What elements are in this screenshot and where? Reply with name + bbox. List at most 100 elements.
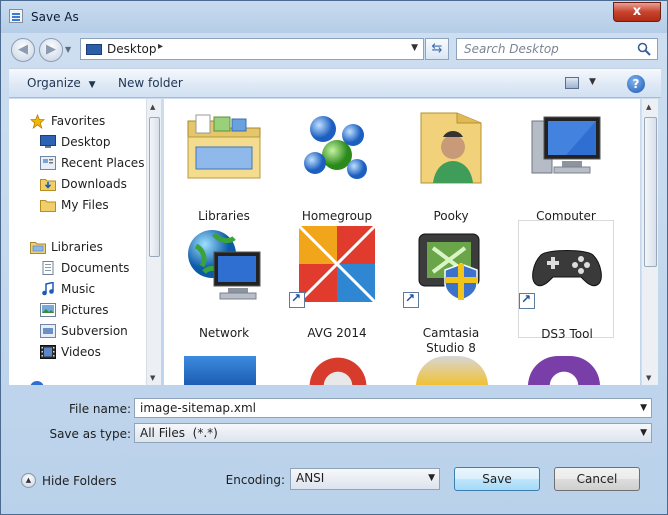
file-tile-homegroup[interactable]: Homegroup — [289, 103, 385, 223]
gamepad-icon — [527, 225, 607, 305]
search-icon[interactable] — [637, 42, 651, 56]
star-icon — [29, 113, 46, 130]
partial-tile-app-icon[interactable] — [416, 356, 488, 385]
file-tile-label: Camtasia Studio 8 — [422, 326, 480, 355]
pictures-icon — [40, 303, 56, 317]
address-bar[interactable]: Desktop ▸ ▼ — [80, 38, 424, 60]
search-input[interactable]: Search Desktop — [456, 38, 658, 60]
nav-item-label: Documents — [61, 261, 130, 275]
partial-tile-shield-icon[interactable] — [184, 356, 256, 385]
navigation-scrollbar[interactable]: ▲ ▼ — [146, 99, 161, 385]
nav-item-my-files[interactable]: My Files — [9, 195, 147, 215]
search-placeholder: Search Desktop — [464, 42, 559, 56]
close-button[interactable]: x — [613, 2, 661, 22]
file-tile-ds3-tool[interactable]: DS3 Tool — [518, 220, 614, 341]
change-view-icon[interactable] — [565, 77, 579, 89]
nav-item-label: Downloads — [61, 177, 127, 191]
organize-label: Organize — [27, 76, 81, 90]
refresh-icon: ⇆ — [431, 41, 443, 56]
nav-item-videos[interactable]: Videos — [9, 342, 147, 362]
nav-item-label: Music — [61, 282, 96, 296]
scroll-up-icon[interactable]: ▲ — [150, 103, 155, 111]
nav-item-recent-places[interactable]: Recent Places — [9, 153, 147, 173]
nav-item-music[interactable]: Music — [9, 279, 147, 299]
refresh-button[interactable]: ⇆ — [425, 38, 449, 60]
file-tile-label: Network — [198, 326, 250, 340]
chevron-right-icon[interactable]: ▸ — [158, 41, 163, 52]
nav-item-favorites[interactable]: Favorites — [9, 111, 147, 131]
chevron-down-icon[interactable]: ▼ — [640, 428, 647, 438]
nav-item-pictures[interactable]: Pictures — [9, 300, 147, 320]
partial-tile-app-icon[interactable] — [528, 356, 600, 385]
recent-locations-dropdown-icon[interactable]: ▼ — [65, 45, 71, 54]
partial-tile-chrome-icon[interactable] — [302, 356, 374, 385]
save-type-value[interactable]: All Files (*.*) — [140, 426, 218, 440]
nav-item-label: Libraries — [51, 240, 103, 254]
save-as-dialog: Save As x ◀ ▶ ▼ Desktop ▸ ▼ ⇆ Search Des… — [0, 0, 668, 515]
subversion-icon — [40, 324, 56, 338]
save-type-label: Save as type: — [49, 427, 131, 441]
avg-icon — [297, 224, 377, 304]
file-list: LibrariesHomegroupPookyComputer Network AV… — [164, 99, 640, 385]
scroll-up-icon[interactable]: ▲ — [646, 103, 651, 111]
file-name-input[interactable]: image-sitemap.xml ▼ — [134, 398, 652, 418]
notepad-icon — [9, 9, 23, 23]
navigation-pane: Favorites Desktop Recent Places Downloads My… — [9, 99, 161, 385]
help-icon[interactable]: ? — [627, 75, 645, 93]
encoding-label: Encoding: — [225, 473, 285, 487]
homegroup-icon — [297, 107, 377, 187]
chevron-up-icon: ▲ — [21, 473, 36, 488]
chevron-down-icon[interactable]: ▼ — [428, 473, 435, 483]
nav-item-label: Desktop — [61, 135, 111, 149]
camtasia-icon — [411, 224, 491, 304]
address-location[interactable]: Desktop — [107, 42, 157, 56]
organize-button[interactable]: Organize ▼ — [27, 76, 96, 90]
scrollbar-thumb[interactable] — [644, 117, 657, 267]
save-button[interactable]: Save — [454, 467, 540, 491]
encoding-value[interactable]: ANSI — [296, 471, 324, 485]
chevron-down-icon: ▼ — [88, 80, 96, 90]
nav-item-documents[interactable]: Documents — [9, 258, 147, 278]
cancel-button[interactable]: Cancel — [554, 467, 640, 491]
nav-item-label: Pictures — [61, 303, 109, 317]
nav-item-libraries[interactable]: Libraries — [9, 237, 147, 257]
new-folder-button[interactable]: New folder — [118, 76, 183, 90]
file-tile-computer[interactable]: Computer — [518, 103, 614, 223]
file-tile-pooky[interactable]: Pooky — [403, 103, 499, 223]
file-name-value[interactable]: image-sitemap.xml — [140, 401, 256, 415]
network-icon — [184, 224, 264, 304]
file-list-scrollbar[interactable]: ▲ ▼ — [641, 99, 658, 385]
nav-item-subversion[interactable]: Subversion — [9, 321, 147, 341]
nav-item-label: Subversion — [61, 324, 128, 338]
recent-places-icon — [40, 156, 56, 170]
save-type-select[interactable]: All Files (*.*) ▼ — [134, 423, 652, 443]
chevron-down-icon[interactable]: ▼ — [589, 77, 596, 87]
shortcut-arrow-icon — [519, 292, 535, 309]
nav-item-label: Videos — [61, 345, 101, 359]
command-bar: Organize ▼ New folder ▼ ? — [9, 68, 661, 98]
scroll-down-icon[interactable]: ▼ — [150, 374, 155, 382]
file-tile-network[interactable]: Network — [176, 220, 272, 340]
nav-item-downloads[interactable]: Downloads — [9, 174, 147, 194]
videos-icon — [40, 345, 56, 359]
forward-button[interactable]: ▶ — [39, 38, 63, 62]
libraries-icon — [30, 240, 46, 254]
file-tile-camtasia-studio-8[interactable]: Camtasia Studio 8 — [403, 220, 499, 355]
scrollbar-thumb[interactable] — [149, 117, 160, 257]
documents-icon — [40, 261, 55, 275]
homegroup-small-icon — [30, 381, 44, 385]
file-tile-label: AVG 2014 — [307, 326, 367, 340]
back-button[interactable]: ◀ — [11, 38, 35, 62]
arrow-right-icon: ▶ — [46, 42, 56, 57]
chevron-down-icon[interactable]: ▼ — [411, 43, 418, 53]
scroll-down-icon[interactable]: ▼ — [646, 374, 651, 382]
file-tile-libraries[interactable]: Libraries — [176, 103, 272, 223]
encoding-select[interactable]: ANSI ▼ — [290, 468, 440, 490]
nav-item-desktop[interactable]: Desktop — [9, 132, 147, 152]
nav-item-label: Recent Places — [61, 156, 145, 170]
music-icon — [40, 281, 55, 296]
arrow-left-icon: ◀ — [18, 42, 28, 57]
downloads-folder-icon — [40, 177, 56, 191]
file-tile-avg-2014[interactable]: AVG 2014 — [289, 220, 385, 340]
chevron-down-icon[interactable]: ▼ — [640, 403, 647, 413]
